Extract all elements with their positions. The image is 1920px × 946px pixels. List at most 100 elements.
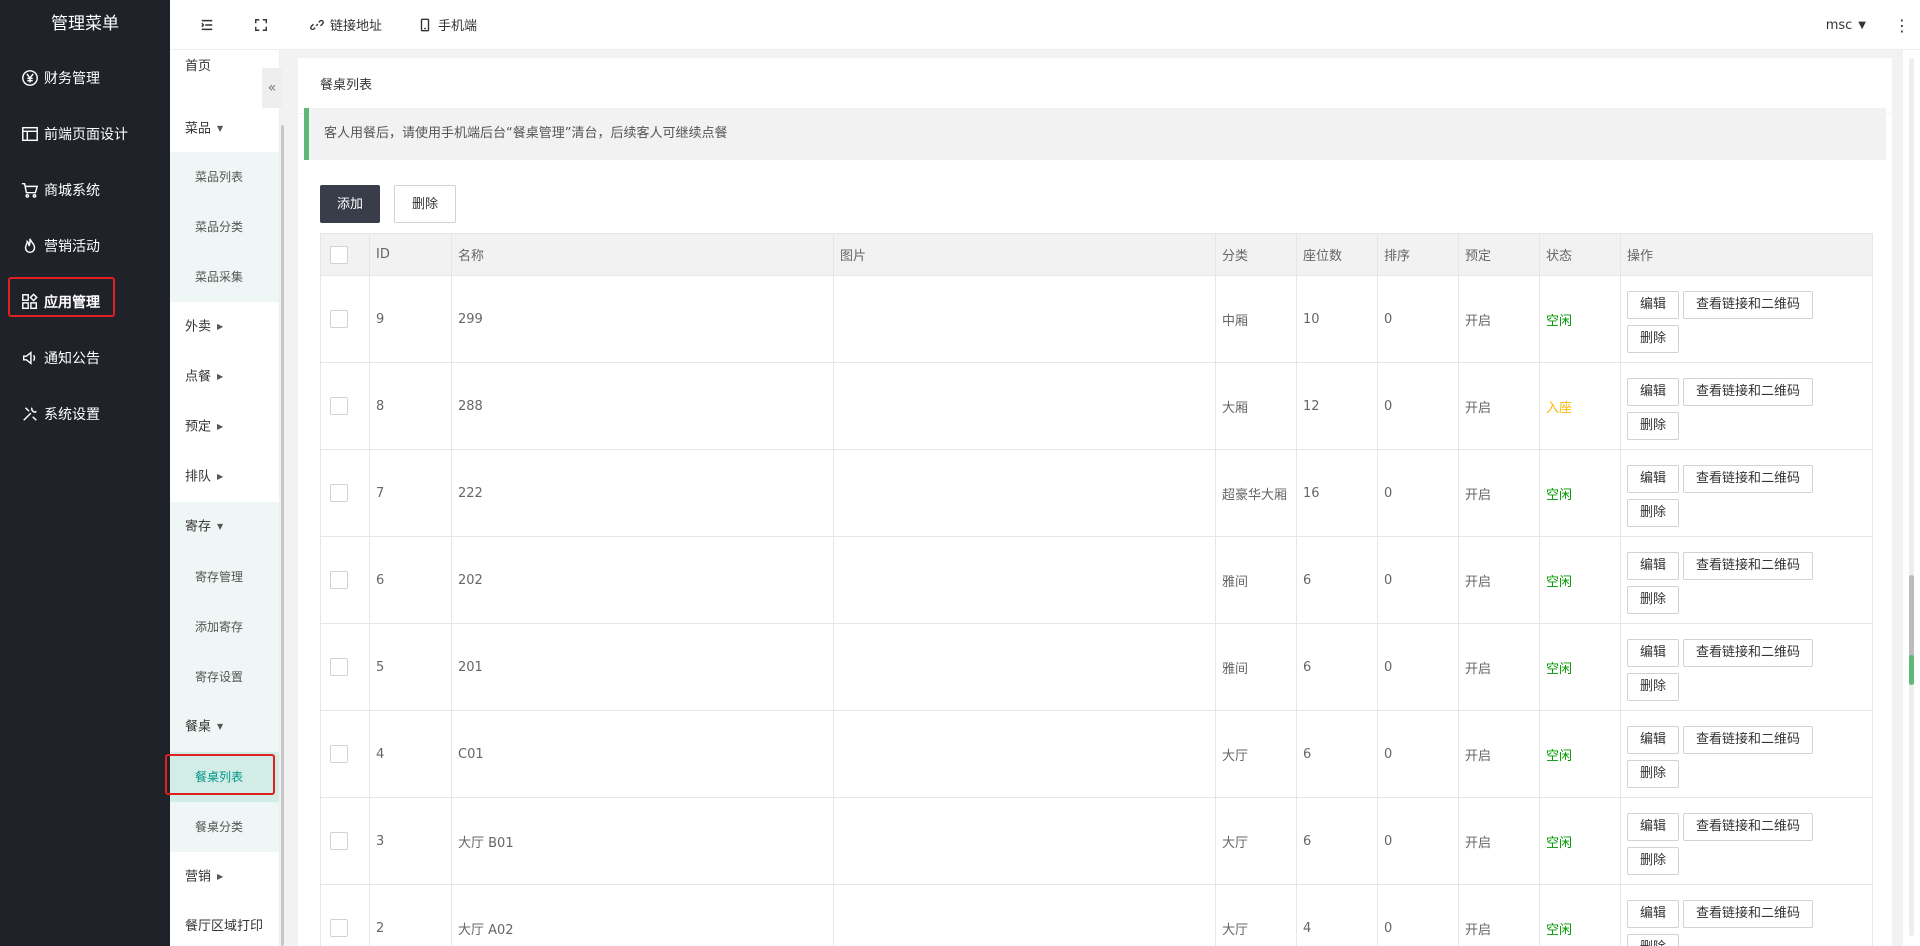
row-delete-button[interactable]: 删除 <box>1627 760 1680 788</box>
sidebar-item-system-settings[interactable]: 系统设置 <box>0 386 170 442</box>
delete-button[interactable]: 删除 <box>394 185 457 223</box>
collapse-submenu-button[interactable]: « <box>262 68 282 108</box>
more-icon[interactable]: ⋮ <box>1894 16 1910 35</box>
submenu-storage[interactable]: 寄存 ▼ <box>170 502 279 552</box>
row-delete-button[interactable]: 删除 <box>1627 673 1680 701</box>
view-link-qrcode-button[interactable]: 查看链接和二维码 <box>1683 291 1814 319</box>
page-scrollbar[interactable] <box>1903 50 1920 946</box>
submenu-order[interactable]: 点餐 ▶ <box>170 352 279 402</box>
edit-button[interactable]: 编辑 <box>1627 813 1680 841</box>
submenu-tables[interactable]: 餐桌 ▼ <box>170 702 279 752</box>
submenu-table-list[interactable]: 餐桌列表 <box>170 752 279 802</box>
submenu-tables-children: 餐桌列表 餐桌分类 <box>170 752 279 852</box>
cell-reserve: 开启 <box>1458 449 1540 537</box>
row-delete-button[interactable]: 删除 <box>1627 499 1680 527</box>
link-address-button[interactable]: 链接地址 <box>290 0 398 50</box>
caret-down-icon[interactable]: ▼ <box>1858 20 1866 31</box>
edit-button[interactable]: 编辑 <box>1627 552 1680 580</box>
cell-seats: 6 <box>1296 536 1378 624</box>
row-checkbox[interactable] <box>330 571 348 589</box>
submenu-storage-add[interactable]: 添加寄存 <box>170 602 279 652</box>
op-row: 编辑 查看链接和二维码 <box>1627 810 1866 844</box>
cell-reserve: 开启 <box>1458 536 1540 624</box>
edit-button[interactable]: 编辑 <box>1627 465 1680 493</box>
link-address-label: 链接地址 <box>330 19 383 34</box>
cell-sort: 0 <box>1377 623 1459 711</box>
row-checkbox[interactable] <box>330 310 348 328</box>
caret-right-icon: ▶ <box>217 422 224 431</box>
row-delete-button[interactable]: 删除 <box>1627 412 1680 440</box>
submenu-scrollbar[interactable] <box>281 125 284 946</box>
toggle-menu-button[interactable] <box>170 0 236 50</box>
view-link-qrcode-button[interactable]: 查看链接和二维码 <box>1683 726 1814 754</box>
sidebar-item-marketing[interactable]: 营销活动 <box>0 218 170 274</box>
sidebar-item-label: 商城系统 <box>44 183 100 199</box>
view-link-qrcode-button[interactable]: 查看链接和二维码 <box>1683 900 1814 928</box>
column-header: 名称 <box>451 233 834 276</box>
submenu-area-print[interactable]: 餐厅区域打印 <box>170 902 279 946</box>
cell-status: 空闲 <box>1539 797 1621 885</box>
cell-seats: 6 <box>1296 710 1378 798</box>
cell-operations: 编辑查看链接和二维码删除 <box>1620 536 1873 624</box>
sidebar-item-app-management[interactable]: 应用管理 <box>0 274 170 330</box>
cell-seats: 12 <box>1296 362 1378 450</box>
sidebar-item-notice[interactable]: 通知公告 <box>0 330 170 386</box>
select-all-checkbox[interactable] <box>330 245 348 264</box>
cell-id: 9 <box>369 275 452 363</box>
row-delete-button[interactable]: 删除 <box>1627 586 1680 614</box>
submenu-label: 餐桌 <box>185 719 212 735</box>
submenu-dish-category[interactable]: 菜品分类 <box>170 202 279 252</box>
cell-category: 大厅 <box>1215 710 1297 798</box>
submenu-storage-manage[interactable]: 寄存管理 <box>170 552 279 602</box>
row-checkbox[interactable] <box>330 745 348 763</box>
table-row: 3 大厅 B01 大厅 6 0 开启 空闲 编辑 查看链接和二维码 删除 <box>320 797 1873 885</box>
row-checkbox[interactable] <box>330 484 348 502</box>
row-checkbox[interactable] <box>330 658 348 676</box>
submenu-dish-list[interactable]: 菜品列表 <box>170 152 279 202</box>
edit-button[interactable]: 编辑 <box>1627 900 1680 928</box>
cell-name: 大厅 A02 <box>451 884 834 946</box>
sidebar-title: 管理菜单 <box>51 14 119 34</box>
submenu-storage-settings[interactable]: 寄存设置 <box>170 652 279 702</box>
table-row: 7 222 超豪华大厢 16 0 开启 空闲 编辑 查看链接和二维码 删除 <box>320 449 1873 537</box>
row-checkbox[interactable] <box>330 397 348 415</box>
notice-bar: 客人用餐后，请使用手机端后台“餐桌管理”清台，后续客人可继续点餐 <box>304 108 1886 160</box>
user-menu[interactable]: msc <box>1826 18 1853 33</box>
submenu-queue[interactable]: 排队 ▶ <box>170 452 279 502</box>
sidebar-item-finance[interactable]: 财务管理 <box>0 50 170 106</box>
view-link-qrcode-button[interactable]: 查看链接和二维码 <box>1683 378 1814 406</box>
cell-seats: 4 <box>1296 884 1378 946</box>
submenu-dish-collect[interactable]: 菜品采集 <box>170 252 279 302</box>
row-delete-button[interactable]: 删除 <box>1627 934 1680 946</box>
column-header: 分类 <box>1215 233 1297 276</box>
row-delete-button[interactable]: 删除 <box>1627 847 1680 875</box>
fullscreen-button[interactable] <box>236 0 290 50</box>
submenu-takeout[interactable]: 外卖 ▶ <box>170 302 279 352</box>
sidebar-item-frontend-design[interactable]: 前端页面设计 <box>0 106 170 162</box>
add-button[interactable]: 添加 <box>320 185 381 223</box>
op-row: 编辑 查看链接和二维码 <box>1627 288 1866 322</box>
view-link-qrcode-button[interactable]: 查看链接和二维码 <box>1683 552 1814 580</box>
edit-button[interactable]: 编辑 <box>1627 726 1680 754</box>
sidebar-item-mall[interactable]: 商城系统 <box>0 162 170 218</box>
submenu-reserve[interactable]: 预定 ▶ <box>170 402 279 452</box>
edit-button[interactable]: 编辑 <box>1627 291 1680 319</box>
row-select-cell <box>320 536 370 624</box>
row-checkbox[interactable] <box>330 832 348 850</box>
cell-reserve: 开启 <box>1458 362 1540 450</box>
row-checkbox[interactable] <box>330 919 348 937</box>
mobile-button[interactable]: 手机端 <box>398 0 493 50</box>
view-link-qrcode-button[interactable]: 查看链接和二维码 <box>1683 639 1814 667</box>
row-delete-button[interactable]: 删除 <box>1627 325 1680 353</box>
submenu-table-category[interactable]: 餐桌分类 <box>170 802 279 852</box>
edit-button[interactable]: 编辑 <box>1627 639 1680 667</box>
view-link-qrcode-button[interactable]: 查看链接和二维码 <box>1683 813 1814 841</box>
op-row: 编辑 查看链接和二维码 <box>1627 723 1866 757</box>
edit-button[interactable]: 编辑 <box>1627 378 1680 406</box>
tools-icon <box>20 404 40 424</box>
cell-sort: 0 <box>1377 884 1459 946</box>
cell-status: 空闲 <box>1539 449 1621 537</box>
cell-seats: 6 <box>1296 623 1378 711</box>
view-link-qrcode-button[interactable]: 查看链接和二维码 <box>1683 465 1814 493</box>
submenu-marketing[interactable]: 营销 ▶ <box>170 852 279 902</box>
